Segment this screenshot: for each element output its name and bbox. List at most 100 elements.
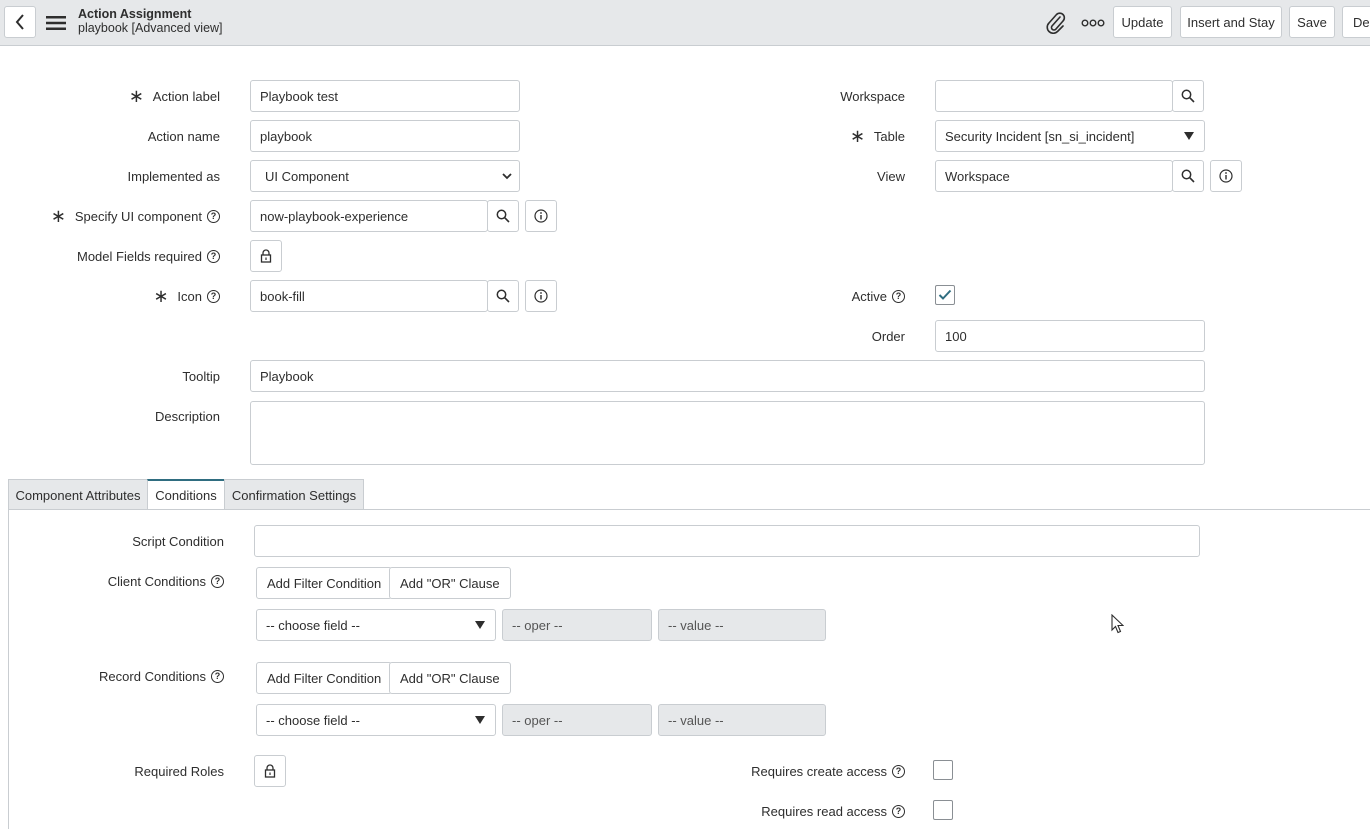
lookup-search-button[interactable] bbox=[487, 280, 519, 312]
tab-conditions[interactable]: Conditions bbox=[147, 479, 225, 510]
caret-down-icon bbox=[475, 621, 485, 629]
action-label-input[interactable]: Playbook test bbox=[250, 80, 520, 112]
mouse-cursor-icon bbox=[1110, 614, 1124, 634]
record-add-filter-condition-button[interactable]: Add Filter Condition bbox=[256, 662, 393, 694]
required-asterisk-icon: ∗ bbox=[128, 86, 144, 106]
lookup-search-button[interactable] bbox=[1172, 160, 1204, 192]
required-roles-label: Required Roles bbox=[134, 763, 224, 779]
chevron-left-icon bbox=[15, 14, 24, 30]
tooltip-label: Tooltip bbox=[182, 368, 220, 384]
required-asterisk-icon: ∗ bbox=[153, 286, 169, 306]
record-add-or-clause-button[interactable]: Add "OR" Clause bbox=[389, 662, 511, 694]
tab-divider bbox=[8, 509, 1370, 510]
info-icon bbox=[534, 209, 548, 223]
caret-down-icon bbox=[1184, 132, 1194, 140]
info-icon bbox=[534, 289, 548, 303]
lookup-search-button[interactable] bbox=[487, 200, 519, 232]
choose-field-value: -- choose field -- bbox=[266, 617, 360, 633]
description-textarea[interactable] bbox=[250, 401, 1205, 465]
choose-field-value: -- choose field -- bbox=[266, 712, 360, 728]
client-oper-select: -- oper -- bbox=[502, 609, 652, 641]
specify-ui-component-input[interactable]: now-playbook-experience bbox=[250, 200, 488, 232]
requires-create-access-checkbox[interactable] bbox=[933, 760, 953, 780]
required-asterisk-icon: ∗ bbox=[849, 126, 865, 146]
search-icon bbox=[496, 209, 510, 223]
requires-create-access-label: Requires create access? bbox=[700, 755, 905, 787]
record-oper-select: -- oper -- bbox=[502, 704, 652, 736]
client-conditions-label: Client Conditions? bbox=[34, 565, 224, 597]
action-label-label: ∗ Action label bbox=[128, 86, 220, 106]
tooltip-input[interactable]: Playbook bbox=[250, 360, 1205, 392]
client-add-or-clause-button[interactable]: Add "OR" Clause bbox=[389, 567, 511, 599]
help-icon[interactable]: ? bbox=[207, 249, 220, 263]
update-button[interactable]: Update bbox=[1113, 6, 1172, 38]
description-label: Description bbox=[154, 408, 220, 424]
help-icon[interactable]: ? bbox=[892, 804, 905, 818]
client-add-filter-condition-button[interactable]: Add Filter Condition bbox=[256, 567, 393, 599]
client-value-input: -- value -- bbox=[658, 609, 826, 641]
script-condition-label: Script Condition bbox=[132, 533, 224, 549]
back-button[interactable] bbox=[4, 6, 36, 38]
workspace-label: Workspace bbox=[840, 88, 905, 104]
script-condition-input[interactable] bbox=[254, 525, 1200, 557]
lookup-search-button[interactable] bbox=[1172, 80, 1204, 112]
tab-component-attributes[interactable]: Component Attributes bbox=[8, 479, 148, 510]
implemented-as-label: Implemented as bbox=[127, 168, 221, 184]
lock-icon bbox=[264, 764, 276, 778]
tab-panel-border bbox=[8, 509, 9, 829]
view-input[interactable]: Workspace bbox=[935, 160, 1173, 192]
workspace-input[interactable] bbox=[935, 80, 1173, 112]
chevron-down-icon bbox=[502, 173, 512, 180]
active-checkbox[interactable] bbox=[935, 285, 955, 305]
icon-label: ∗ Icon? bbox=[60, 280, 220, 312]
checkmark-icon bbox=[938, 289, 952, 300]
action-name-input[interactable]: playbook bbox=[250, 120, 520, 152]
insert-and-stay-button[interactable]: Insert and Stay bbox=[1180, 6, 1282, 38]
required-asterisk-icon: ∗ bbox=[50, 206, 66, 226]
implemented-as-value: UI Component bbox=[265, 168, 349, 184]
help-icon[interactable]: ? bbox=[892, 764, 905, 778]
table-label: ∗ Table bbox=[849, 126, 905, 146]
form-header: Action Assignment playbook [Advanced vie… bbox=[0, 0, 1370, 46]
help-icon[interactable]: ? bbox=[211, 574, 224, 588]
tab-confirmation-settings[interactable]: Confirmation Settings bbox=[224, 479, 364, 510]
record-subtitle: playbook [Advanced view] bbox=[78, 21, 223, 35]
icon-input[interactable]: book-fill bbox=[250, 280, 488, 312]
search-icon bbox=[1181, 169, 1195, 183]
info-icon bbox=[1219, 169, 1233, 183]
model-fields-lock-button[interactable] bbox=[250, 240, 282, 272]
caret-down-icon bbox=[475, 716, 485, 724]
info-button[interactable] bbox=[525, 200, 557, 232]
search-icon bbox=[1181, 89, 1195, 103]
required-roles-lock-button[interactable] bbox=[254, 755, 286, 787]
help-icon[interactable]: ? bbox=[211, 669, 224, 683]
info-button[interactable] bbox=[1210, 160, 1242, 192]
record-type-title: Action Assignment bbox=[78, 7, 192, 21]
table-select[interactable]: Security Incident [sn_si_incident] bbox=[935, 120, 1205, 152]
model-fields-required-label: Model Fields required? bbox=[30, 240, 220, 272]
search-icon bbox=[496, 289, 510, 303]
record-choose-field-select[interactable]: -- choose field -- bbox=[256, 704, 496, 736]
help-icon[interactable]: ? bbox=[892, 289, 905, 303]
save-button[interactable]: Save bbox=[1289, 6, 1335, 38]
implemented-as-select[interactable]: UI Component bbox=[250, 160, 520, 192]
record-value-input: -- value -- bbox=[658, 704, 826, 736]
lock-icon bbox=[260, 249, 272, 263]
info-button[interactable] bbox=[525, 280, 557, 312]
help-icon[interactable]: ? bbox=[207, 209, 220, 223]
table-value: Security Incident [sn_si_incident] bbox=[945, 128, 1135, 144]
requires-read-access-checkbox[interactable] bbox=[933, 800, 953, 820]
requires-read-access-label: Requires read access? bbox=[700, 795, 905, 827]
order-input[interactable]: 100 bbox=[935, 320, 1205, 352]
active-label: Active? bbox=[745, 280, 905, 312]
paperclip-icon[interactable] bbox=[1044, 11, 1068, 35]
client-choose-field-select[interactable]: -- choose field -- bbox=[256, 609, 496, 641]
view-label: View bbox=[877, 168, 905, 184]
more-options-icon[interactable] bbox=[1080, 12, 1106, 34]
delete-button[interactable]: Del bbox=[1342, 6, 1370, 38]
help-icon[interactable]: ? bbox=[207, 289, 220, 303]
hamburger-menu-icon[interactable] bbox=[44, 12, 68, 34]
action-name-label: Action name bbox=[147, 128, 220, 144]
record-conditions-label: Record Conditions? bbox=[34, 660, 224, 692]
order-label: Order bbox=[871, 328, 905, 344]
